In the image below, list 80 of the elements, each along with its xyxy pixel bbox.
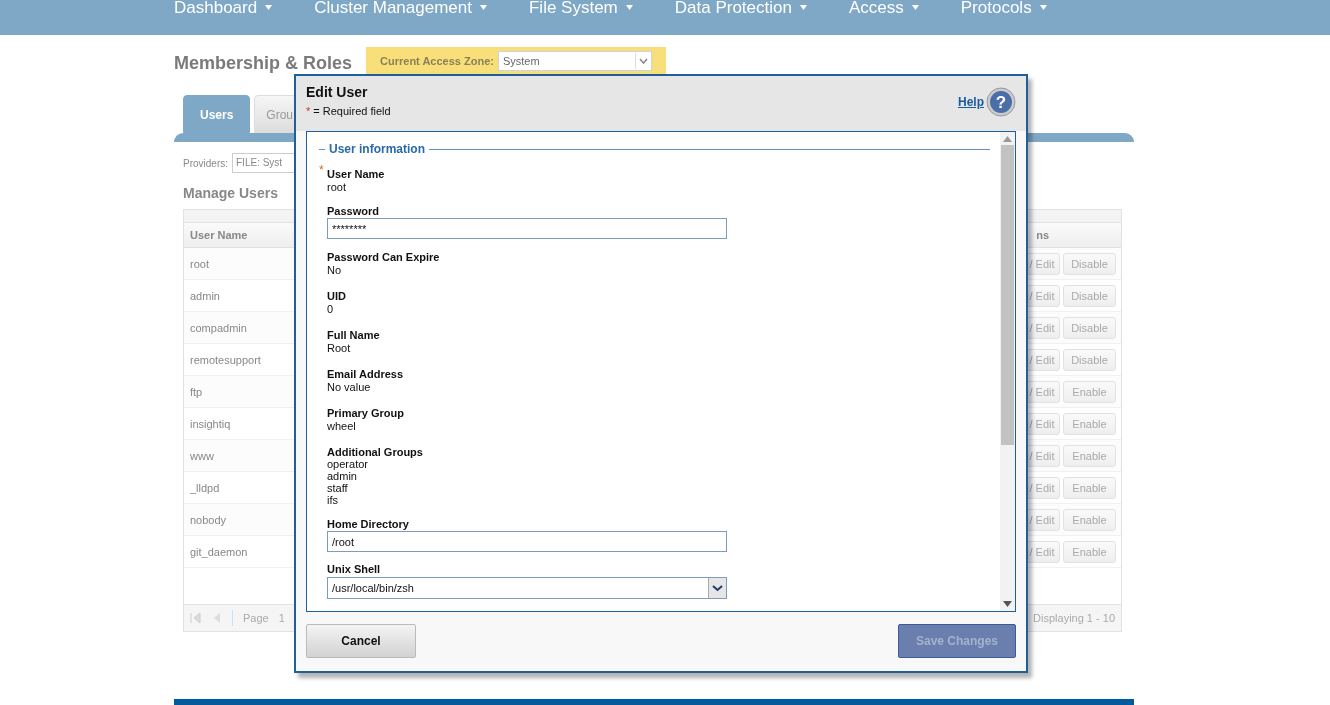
field-value: operator bbox=[327, 458, 369, 470]
table-cell: git_daemon bbox=[190, 545, 248, 558]
required-note: = Required field bbox=[313, 105, 391, 117]
toggle-button[interactable]: Enable bbox=[1063, 540, 1116, 563]
field-label: Password Can Expire bbox=[327, 251, 440, 263]
toggle-button[interactable]: Enable bbox=[1063, 412, 1116, 435]
field-value: No bbox=[327, 263, 343, 278]
cancel-button[interactable]: Cancel bbox=[306, 624, 416, 658]
previous-page-icon[interactable] bbox=[212, 612, 222, 624]
access-zone-label: Current Access Zone: bbox=[380, 55, 494, 67]
displaying-count: Displaying 1 - 10 bbox=[1033, 612, 1115, 624]
providers-label: Providers: bbox=[183, 157, 228, 169]
page-label: Page bbox=[243, 612, 269, 624]
scrollbar[interactable] bbox=[1000, 132, 1015, 611]
required-asterisk: * bbox=[319, 163, 324, 178]
help-link[interactable]: Help bbox=[958, 95, 984, 109]
field-value: ifs bbox=[327, 494, 339, 506]
toggle-button[interactable]: Enable bbox=[1063, 380, 1116, 403]
shell-dropdown[interactable]: /usr/local/bin/zsh bbox=[327, 577, 727, 599]
toggle-button[interactable]: Disable bbox=[1063, 284, 1116, 307]
nav-menu-item[interactable]: Access bbox=[848, 0, 919, 16]
table-cell: _lldpd bbox=[190, 481, 220, 494]
toggle-button[interactable]: Disable bbox=[1063, 348, 1116, 371]
nav-menu-item[interactable]: File System bbox=[529, 0, 633, 16]
help-icon[interactable]: ? bbox=[986, 87, 1016, 117]
column-header: User Name bbox=[190, 229, 248, 241]
table-cell: nobody bbox=[190, 513, 227, 526]
table-cell: www bbox=[190, 449, 214, 462]
field-value: 0 bbox=[327, 302, 335, 317]
table-cell: compadmin bbox=[190, 321, 247, 334]
input-field[interactable]: /root bbox=[327, 531, 727, 552]
table-cell: remotesupport bbox=[190, 353, 261, 366]
toggle-button[interactable]: Enable bbox=[1063, 444, 1116, 467]
field-value: wheel bbox=[327, 419, 357, 434]
toggle-button[interactable]: Disable bbox=[1063, 252, 1116, 275]
table-cell: ftp bbox=[190, 385, 203, 398]
dropdown-arrow-icon bbox=[634, 53, 651, 69]
field-label: Additional Groups bbox=[327, 446, 423, 458]
nav-menu-item[interactable]: Dashboard bbox=[174, 0, 273, 16]
field-label: Full Name bbox=[327, 329, 380, 341]
table-cell: insightiq bbox=[190, 417, 231, 430]
toggle-button[interactable]: Enable bbox=[1063, 476, 1116, 499]
page-number: 1 bbox=[278, 612, 285, 624]
field-label: UID bbox=[327, 290, 346, 302]
scroll-up-icon[interactable] bbox=[1003, 136, 1012, 142]
column-header: ns bbox=[1036, 229, 1049, 241]
field-label: User Name bbox=[327, 168, 385, 180]
field-value: No value bbox=[327, 380, 372, 395]
nav-menu-item[interactable]: Cluster Management bbox=[314, 0, 487, 16]
toggle-button[interactable]: Disable bbox=[1063, 316, 1116, 339]
field-label: Password bbox=[327, 205, 379, 217]
caret-icon bbox=[625, 5, 633, 10]
nav-menu-item[interactable]: Data Protection bbox=[674, 0, 807, 16]
field-label: Email Address bbox=[327, 368, 403, 380]
caret-icon bbox=[265, 5, 273, 10]
scroll-down-icon[interactable] bbox=[1003, 601, 1012, 607]
toggle-button[interactable]: Enable bbox=[1063, 508, 1116, 531]
caret-icon bbox=[480, 5, 487, 10]
table-cell: admin bbox=[190, 289, 220, 302]
field-value: root bbox=[327, 180, 347, 195]
tab[interactable]: Users bbox=[183, 95, 251, 133]
field-value: staff bbox=[327, 482, 349, 494]
caret-icon bbox=[799, 5, 807, 10]
required-asterisk: * bbox=[306, 105, 311, 117]
field-value: admin bbox=[327, 470, 358, 482]
field-label: Primary Group bbox=[327, 407, 405, 419]
access-zone-dropdown[interactable]: System bbox=[497, 51, 652, 71]
page-title: Membership & Roles bbox=[174, 53, 353, 74]
nav-menu-item[interactable]: Protocols bbox=[960, 0, 1047, 16]
first-page-icon[interactable] bbox=[190, 612, 202, 624]
field-label: Home Directory bbox=[327, 518, 409, 530]
dialog-title: Edit User bbox=[306, 84, 369, 100]
caret-icon bbox=[1039, 5, 1047, 10]
section-legend: User information bbox=[329, 142, 425, 156]
field-label: Unix Shell bbox=[327, 563, 381, 575]
caret-icon bbox=[911, 5, 919, 10]
section-title: Manage Users bbox=[183, 185, 278, 201]
table-cell: root bbox=[190, 257, 209, 270]
input-field[interactable]: ******** bbox=[327, 218, 727, 239]
field-value: Root bbox=[327, 341, 352, 356]
